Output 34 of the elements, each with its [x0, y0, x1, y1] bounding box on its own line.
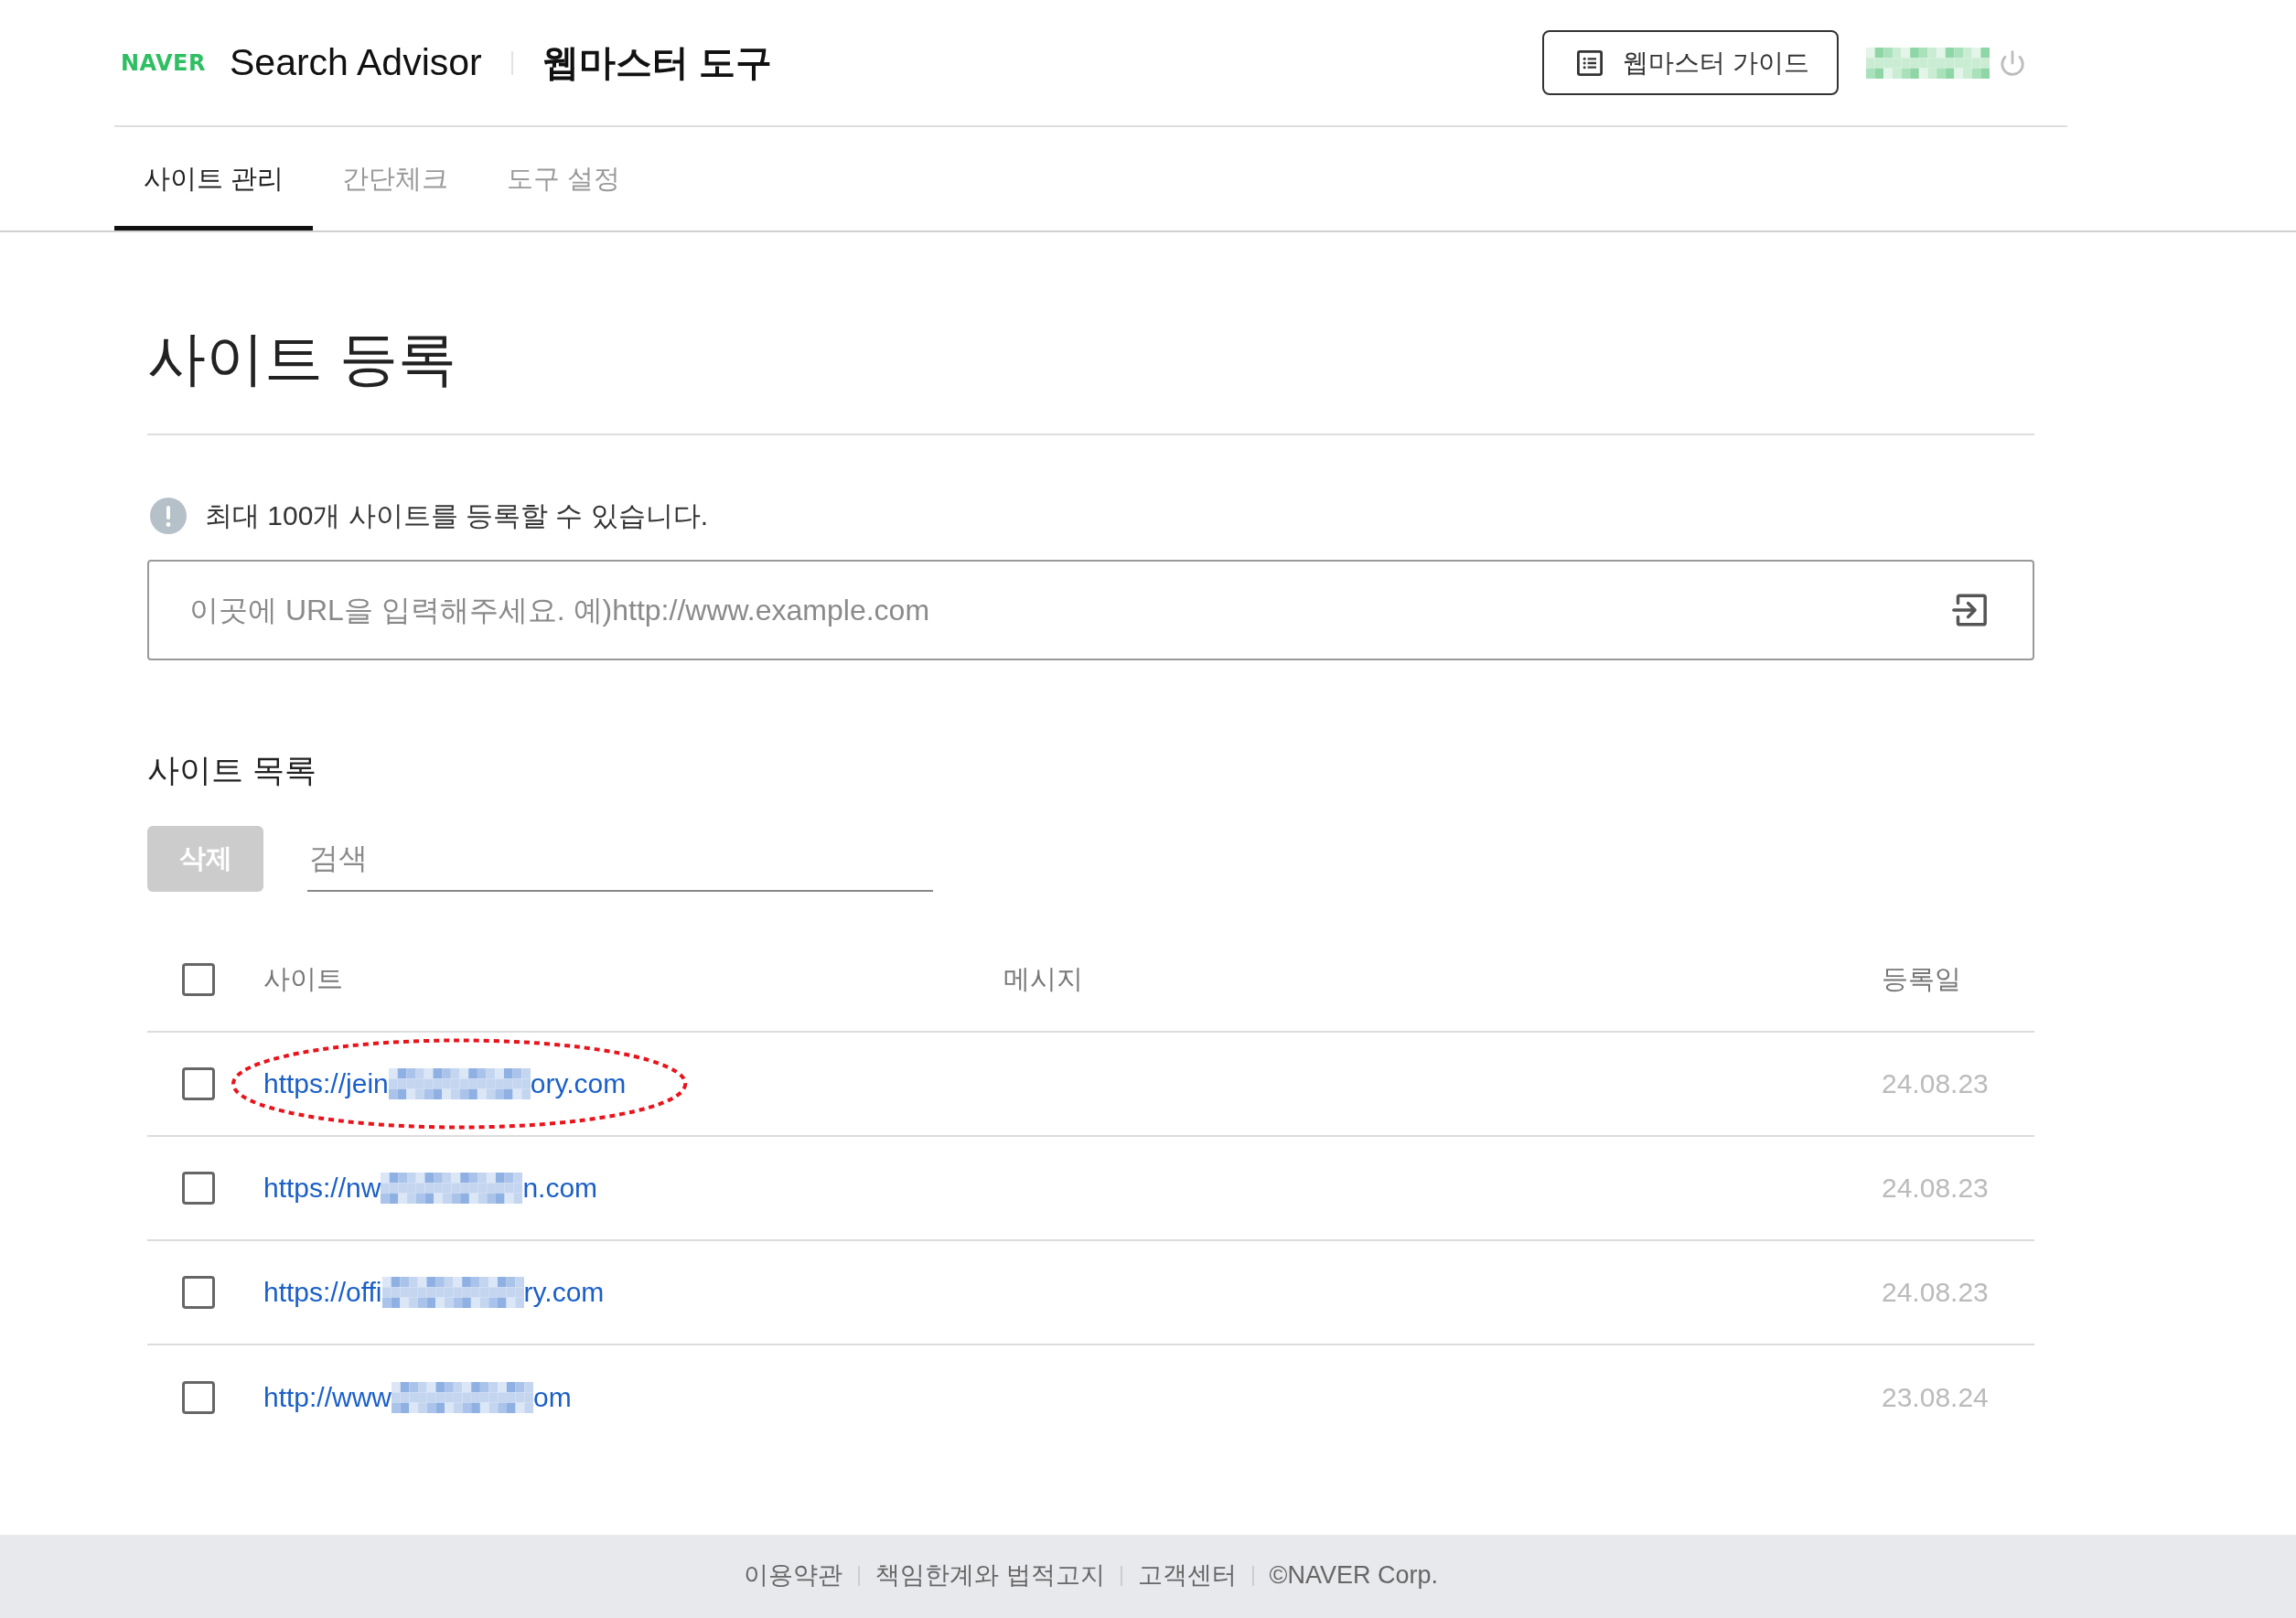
column-header: 사이트 [263, 963, 343, 995]
checkbox[interactable] [182, 1381, 215, 1414]
naver-logo[interactable]: NAVER [121, 49, 206, 76]
checkbox[interactable] [182, 1067, 215, 1100]
checkbox[interactable] [182, 1172, 215, 1205]
list-icon [1577, 49, 1604, 76]
footer-link[interactable]: 책임한계와 법적고지 [875, 1559, 1105, 1591]
tab[interactable]: 사이트 관리 [114, 127, 314, 230]
registration-date: 23.08.24 [1882, 1382, 1989, 1413]
notice-text: 최대 100개 사이트를 등록할 수 있습니다. [205, 498, 709, 532]
url-input-field[interactable]: 이곳에 URL을 입력해주세요. 예)http://www.example.com [147, 560, 2034, 660]
search-field[interactable]: 검색 [307, 826, 933, 892]
section-heading: 사이트 목록 [147, 751, 317, 789]
footer-link[interactable]: 고객센터 [1137, 1559, 1237, 1591]
product-name: Search Advisor [230, 41, 482, 84]
info-icon [150, 498, 187, 534]
site-link[interactable]: https://offi ry.com [263, 1277, 605, 1308]
enter-icon[interactable] [1952, 593, 1987, 627]
tab[interactable]: 간단체크 [313, 127, 478, 230]
registration-date: 24.08.23 [1882, 1277, 1989, 1308]
copyright-text: ©NAVER Corp. [1269, 1560, 1438, 1591]
site-link[interactable]: http://www om [263, 1382, 572, 1413]
site-link[interactable]: https://nw n.com [263, 1173, 598, 1204]
checkbox[interactable] [182, 963, 215, 996]
section-heading: 사이트 등록 [147, 325, 456, 393]
column-header: 등록일 [1882, 963, 1961, 995]
checkbox[interactable] [182, 1276, 215, 1309]
tab[interactable]: 도구 설정 [477, 127, 650, 230]
footer-link[interactable]: 이용약관 [744, 1559, 842, 1591]
registration-date: 24.08.23 [1882, 1068, 1989, 1099]
column-header: 메시지 [1003, 963, 1083, 995]
page-title: 웹마스터 도구 [542, 41, 772, 84]
guide-button[interactable]: 웹마스터 가이드 [1542, 30, 1839, 95]
registration-date: 24.08.23 [1882, 1173, 1989, 1204]
